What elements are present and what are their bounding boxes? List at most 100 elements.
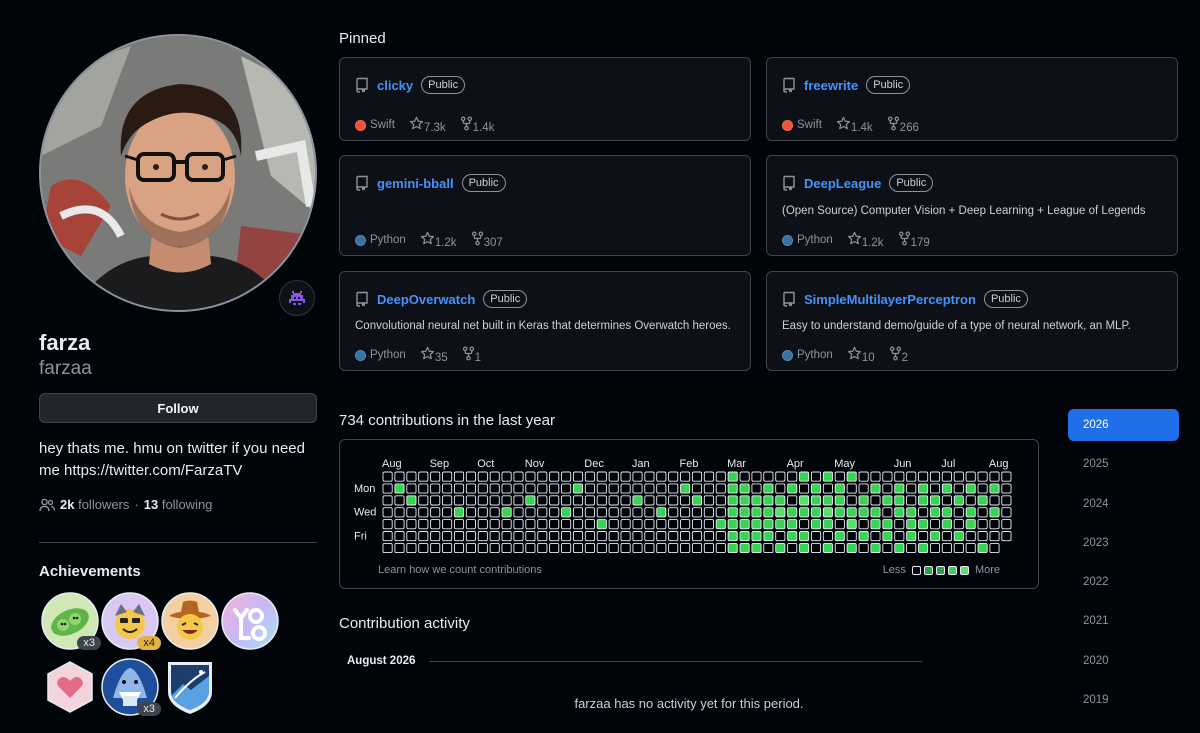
contribution-day[interactable] [953, 495, 964, 506]
contribution-day[interactable] [787, 519, 798, 530]
year-link-2025[interactable]: 2025 [1068, 448, 1179, 480]
contribution-day[interactable] [632, 471, 643, 482]
contribution-day[interactable] [442, 495, 453, 506]
contribution-day[interactable] [549, 495, 560, 506]
contribution-day[interactable] [596, 507, 607, 518]
contribution-day[interactable] [418, 519, 429, 530]
repo-name-link[interactable]: clicky [377, 78, 413, 93]
contribution-day[interactable] [572, 471, 584, 482]
contribution-day[interactable] [394, 507, 405, 518]
repo-stars-link[interactable]: 10 [847, 346, 875, 364]
contribution-day[interactable] [822, 507, 833, 518]
contribution-day[interactable] [822, 519, 833, 530]
contribution-day[interactable] [775, 471, 786, 482]
contribution-day[interactable] [870, 531, 881, 542]
contribution-day[interactable] [430, 495, 441, 506]
contribution-day[interactable] [918, 531, 929, 542]
contribution-day[interactable] [501, 495, 512, 506]
contribution-day[interactable] [668, 471, 679, 482]
achievement-badge[interactable] [41, 658, 99, 716]
contribution-day[interactable] [965, 531, 976, 542]
achievement-badge[interactable] [161, 658, 219, 716]
contribution-day[interactable] [787, 495, 798, 506]
contribution-day[interactable] [537, 531, 548, 542]
contribution-day[interactable] [965, 542, 976, 554]
year-link-2024[interactable]: 2024 [1068, 488, 1179, 520]
contribution-day[interactable] [834, 483, 845, 494]
contribution-day[interactable] [715, 531, 726, 542]
contribution-day[interactable] [977, 542, 988, 554]
contribution-day[interactable] [846, 483, 857, 494]
contribution-day[interactable] [691, 542, 703, 554]
contribution-day[interactable] [430, 542, 441, 554]
contribution-day[interactable] [382, 483, 393, 494]
follow-button[interactable]: Follow [39, 393, 317, 423]
contribution-day[interactable] [882, 542, 893, 554]
contribution-day[interactable] [894, 519, 905, 530]
contribution-day[interactable] [727, 471, 738, 482]
contribution-day[interactable] [906, 519, 917, 530]
contribution-day[interactable] [858, 531, 869, 542]
contribution-day[interactable] [382, 471, 393, 482]
contribution-day[interactable] [525, 519, 536, 530]
contribution-day[interactable] [584, 519, 595, 530]
contribution-day[interactable] [929, 471, 941, 482]
contribution-day[interactable] [382, 495, 393, 506]
contribution-day[interactable] [382, 519, 393, 530]
contribution-day[interactable] [525, 483, 536, 494]
contribution-day[interactable] [941, 519, 952, 530]
contribution-day[interactable] [882, 495, 893, 506]
repo-stars-link[interactable]: 1.2k [847, 231, 884, 249]
contribution-day[interactable] [810, 471, 822, 482]
contribution-day[interactable] [465, 531, 476, 542]
contribution-day[interactable] [477, 531, 488, 542]
contribution-day[interactable] [906, 471, 917, 482]
contribution-day[interactable] [977, 495, 988, 506]
contribution-day[interactable] [584, 507, 595, 518]
contribution-day[interactable] [739, 495, 750, 506]
contribution-day[interactable] [620, 531, 631, 542]
contribution-day[interactable] [513, 507, 524, 518]
year-link-2021[interactable]: 2021 [1068, 605, 1179, 637]
learn-contributions-link[interactable]: Learn how we count contributions [378, 564, 542, 576]
contribution-day[interactable] [382, 542, 393, 554]
contribution-day[interactable] [430, 507, 441, 518]
contribution-day[interactable] [525, 495, 536, 506]
contribution-day[interactable] [668, 483, 679, 494]
contribution-day[interactable] [822, 471, 833, 482]
contribution-day[interactable] [715, 519, 726, 530]
contribution-day[interactable] [929, 531, 941, 542]
contribution-day[interactable] [430, 531, 441, 542]
contribution-day[interactable] [394, 471, 405, 482]
contribution-day[interactable] [894, 483, 905, 494]
contribution-day[interactable] [430, 519, 441, 530]
contribution-day[interactable] [513, 542, 524, 554]
achievement-badge[interactable] [161, 592, 219, 650]
contribution-day[interactable] [739, 519, 750, 530]
contribution-day[interactable] [882, 471, 893, 482]
contribution-day[interactable] [834, 471, 845, 482]
contribution-day[interactable] [810, 531, 822, 542]
contribution-day[interactable] [787, 542, 798, 554]
contribution-day[interactable] [763, 495, 774, 506]
contribution-day[interactable] [453, 471, 465, 482]
contribution-day[interactable] [715, 507, 726, 518]
contribution-day[interactable] [989, 507, 1000, 518]
contribution-day[interactable] [870, 483, 881, 494]
contribution-day[interactable] [953, 542, 964, 554]
contribution-day[interactable] [465, 507, 476, 518]
contribution-day[interactable] [632, 542, 643, 554]
contribution-day[interactable] [513, 483, 524, 494]
contribution-day[interactable] [763, 483, 774, 494]
contribution-day[interactable] [1001, 483, 1012, 494]
contribution-day[interactable] [620, 471, 631, 482]
contribution-day[interactable] [656, 542, 667, 554]
contribution-day[interactable] [715, 495, 726, 506]
contribution-day[interactable] [656, 471, 667, 482]
contribution-day[interactable] [775, 495, 786, 506]
contribution-day[interactable] [501, 483, 512, 494]
contribution-day[interactable] [656, 495, 667, 506]
contribution-day[interactable] [965, 519, 976, 530]
contribution-day[interactable] [870, 519, 881, 530]
contribution-day[interactable] [465, 542, 476, 554]
